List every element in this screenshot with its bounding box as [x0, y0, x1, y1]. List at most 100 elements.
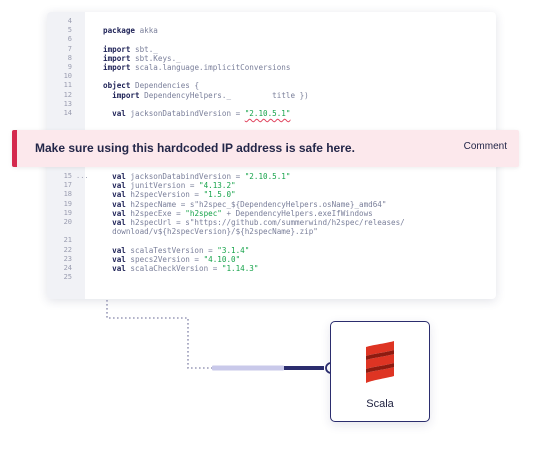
code-line: 25	[47, 273, 496, 282]
code-token: h2specUrl = s"https://github.com/summerw…	[125, 218, 405, 227]
code-line: 5 package akka	[47, 26, 496, 35]
code-line: 8 import sbt.Keys._	[47, 54, 496, 63]
line-number: 9	[67, 63, 72, 71]
code-keyword: val	[103, 109, 126, 118]
code-token: junitVersion =	[125, 181, 200, 191]
code-text: val h2specExe = "h2spec" + DependencyHel…	[103, 209, 373, 218]
code-text: val scalaTestVersion = "3.1.4"	[103, 246, 249, 255]
line-number: 5	[67, 26, 72, 35]
code-keyword: val	[103, 254, 126, 264]
code-keyword: val	[103, 181, 126, 191]
code-string: "1.5.0"	[203, 190, 236, 200]
code-token: h2specExe =	[125, 208, 186, 218]
line-number: 20	[63, 218, 72, 226]
line-number: 18	[63, 190, 72, 199]
line-number: 6	[67, 35, 72, 44]
code-keyword: import	[103, 53, 131, 63]
code-token: jacksonDatabindVersion =	[125, 109, 245, 118]
language-card[interactable]: Scala	[330, 321, 430, 422]
code-line: 15... val jacksonDatabindVersion = "2.10…	[47, 172, 496, 181]
code-keyword: val	[103, 190, 126, 200]
code-string: "2.10.5.1"	[244, 109, 291, 118]
code-line: 4	[47, 17, 496, 26]
code-string: "4.13.2"	[199, 181, 236, 191]
code-token: download/v${h2specVersion}/${h2specName}…	[103, 227, 318, 237]
code-line: 19 val h2specName = s"h2spec_${Dependenc…	[47, 200, 496, 209]
code-text: import sbt.Keys._	[103, 54, 181, 63]
code-token: title })	[272, 90, 309, 100]
code-token: akka	[135, 26, 158, 36]
code-string: "3.1.4"	[217, 245, 250, 255]
code-string: "h2spec"	[185, 208, 222, 218]
code-line: 18 val h2specVersion = "1.5.0"	[47, 190, 496, 199]
code-token: scalaTestVersion =	[125, 245, 218, 255]
code-keyword: import	[103, 90, 140, 100]
connector-light-segment	[212, 365, 284, 371]
code-keyword: val	[103, 264, 126, 273]
issue-message: Make sure using this hardcoded IP addres…	[35, 141, 355, 155]
line-number: 19	[63, 199, 72, 208]
code-token: sbt.Keys._	[130, 53, 181, 63]
line-number: 7	[67, 44, 72, 53]
code-line: 12 import DependencyHelpers._ title })	[47, 91, 496, 100]
code-keyword: val	[103, 208, 126, 218]
code-token: specs2Version =	[125, 254, 204, 264]
code-text: import DependencyHelpers._ title })	[103, 91, 309, 100]
comment-button[interactable]: Comment	[464, 141, 507, 152]
code-keyword: val	[103, 172, 126, 181]
code-text: val jacksonDatabindVersion = "2.10.5.1"	[103, 172, 290, 181]
code-line: 21	[47, 236, 496, 245]
code-line: 10	[47, 72, 496, 81]
code-text: val h2specUrl = s"https://github.com/sum…	[103, 218, 405, 227]
code-keyword: val	[103, 218, 126, 227]
code-keyword: val	[103, 199, 126, 209]
line-number: 12	[63, 90, 72, 99]
line-number: 10	[63, 72, 72, 81]
line-number: 24	[63, 264, 72, 272]
code-keyword: import	[103, 63, 131, 72]
line-number: 17	[63, 181, 72, 190]
code-token: scalaCheckVersion =	[125, 264, 222, 273]
code-token: h2specVersion =	[125, 190, 204, 200]
code-string: "2.10.5.1"	[244, 172, 291, 181]
code-text: import sbt._	[103, 45, 158, 54]
code-line: download/v${h2specVersion}/${h2specName}…	[47, 227, 496, 236]
code-token: scala.language.implicitConversions	[130, 63, 291, 72]
code-token: h2specName = s"h2spec_${DependencyHelper…	[125, 199, 387, 209]
code-text: val junitVersion = "4.13.2"	[103, 181, 236, 191]
code-line: 14 val jacksonDatabindVersion = "2.10.5.…	[47, 109, 496, 118]
code-token: DependencyHelpers._	[139, 90, 232, 100]
line-number: 21	[63, 236, 72, 245]
line-number: 4	[67, 17, 72, 25]
code-text: package akka	[103, 26, 158, 35]
code-keyword: val	[103, 245, 126, 255]
code-line: 9 import scala.language.implicitConversio…	[47, 63, 496, 72]
line-number: 11	[63, 81, 72, 90]
code-line: 19 val h2specExe = "h2spec" + Dependency…	[47, 209, 496, 218]
code-line: 6	[47, 35, 496, 44]
fold-marker[interactable]: ...	[76, 172, 89, 181]
code-text: object Dependencies {	[103, 81, 199, 90]
code-line: 22 val scalaTestVersion = "3.1.4"	[47, 246, 496, 255]
connector-dotted-path	[106, 300, 212, 369]
code-text: val scalaCheckVersion = "1.14.3"	[103, 264, 258, 273]
code-line: 24 val scalaCheckVersion = "1.14.3"	[47, 264, 496, 273]
code-line: 17 val junitVersion = "4.13.2"	[47, 181, 496, 190]
code-text: val jacksonDatabindVersion = "2.10.5.1"	[103, 109, 290, 118]
scala-logo-icon	[366, 341, 394, 383]
code-token: sbt._	[130, 44, 158, 54]
code-text: val h2specName = s"h2spec_${DependencyHe…	[103, 200, 386, 209]
code-text: import scala.language.implicitConversion…	[103, 63, 290, 72]
code-line: 20 val h2specUrl = s"https://github.com/…	[47, 218, 496, 227]
issue-banner: Make sure using this hardcoded IP addres…	[12, 130, 519, 167]
line-number: 23	[63, 254, 72, 263]
line-number: 8	[67, 53, 72, 62]
code-line: 23 val specs2Version = "4.10.0"	[47, 255, 496, 264]
code-line: 11 object Dependencies {	[47, 81, 496, 90]
code-line: 13	[47, 100, 496, 109]
line-number: 15	[63, 172, 72, 180]
code-string: "4.10.0"	[203, 254, 241, 264]
code-text: val specs2Version = "4.10.0"	[103, 255, 240, 264]
code-text: val h2specVersion = "1.5.0"	[103, 190, 236, 200]
